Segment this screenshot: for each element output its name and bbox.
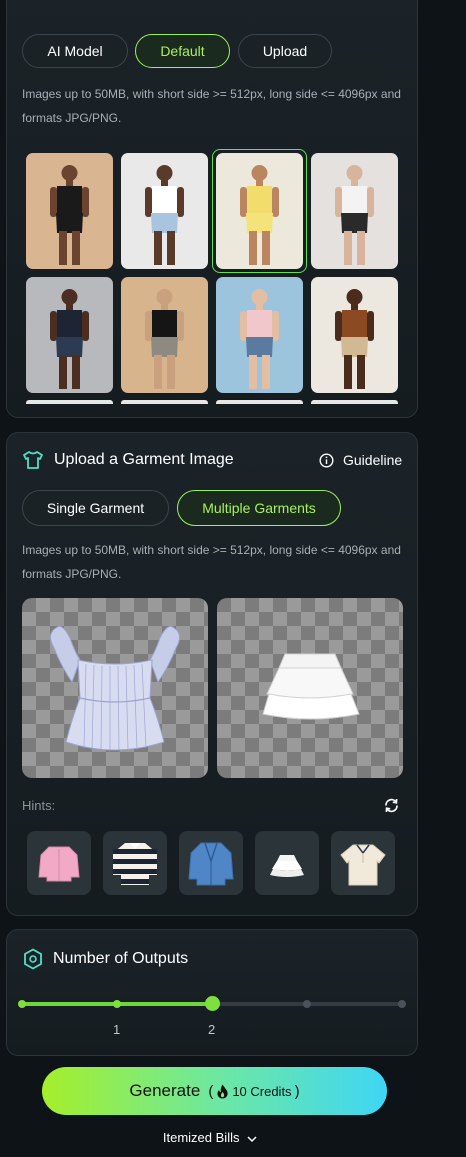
info-icon	[319, 452, 334, 468]
model-thumbnail[interactable]	[311, 153, 398, 269]
tab-multiple-garments[interactable]: Multiple Garments	[177, 490, 341, 526]
hint-striped-shirt[interactable]	[103, 831, 167, 895]
slider-step-dot[interactable]	[18, 1000, 26, 1008]
model-thumbnail[interactable]	[216, 277, 303, 393]
hexagon-icon	[24, 948, 42, 970]
cream-polo-icon	[340, 844, 386, 886]
generate-button[interactable]: Generate ( 10 Credits )	[42, 1067, 387, 1115]
garment-upload-note: Images up to 50MB, with short side >= 51…	[22, 543, 401, 581]
outputs-title: Number of Outputs	[53, 950, 189, 967]
guideline-link[interactable]: Guideline	[319, 452, 402, 468]
tab-upload[interactable]: Upload	[238, 34, 332, 68]
garment-slot-top[interactable]	[22, 598, 208, 778]
tshirt-icon	[23, 451, 43, 469]
garment-title: Upload a Garment Image	[54, 451, 234, 468]
itemized-bills-toggle[interactable]: Itemized Bills	[0, 1130, 420, 1145]
blue-cardigan-icon	[188, 842, 234, 886]
tab-ai-model[interactable]: AI Model	[22, 34, 128, 68]
credits-badge: ( 10 Credits )	[208, 1082, 300, 1100]
slider-step-dot[interactable]	[303, 1000, 311, 1008]
slider-step-dot[interactable]	[113, 1000, 121, 1008]
ruffled-top-image	[50, 625, 180, 753]
hint-white-skirt[interactable]	[255, 831, 319, 895]
garment-header: Upload a Garment Image	[22, 450, 234, 470]
model-thumbnail[interactable]	[121, 277, 208, 393]
generate-label: Generate	[129, 1081, 201, 1100]
slider-tick-label: 1	[113, 1022, 121, 1037]
outputs-slider[interactable]	[18, 996, 406, 1011]
hints-label: Hints:	[22, 798, 56, 813]
selected-model-outline	[212, 149, 307, 273]
model-thumbnail[interactable]	[121, 153, 208, 269]
model-thumbnail[interactable]	[311, 277, 398, 393]
model-upload-note: Images up to 50MB, with short side >= 51…	[22, 87, 401, 125]
model-thumbnail[interactable]	[26, 277, 113, 393]
credits-label: 10 Credits	[232, 1083, 292, 1099]
tab-default[interactable]: Default	[135, 34, 230, 68]
guideline-label: Guideline	[343, 452, 403, 468]
garment-slot-skirt[interactable]	[217, 598, 403, 778]
chevron-down-icon	[247, 1136, 257, 1142]
model-figure	[121, 153, 208, 269]
model-figure	[311, 277, 398, 393]
model-thumbnail[interactable]	[26, 153, 113, 269]
striped-shirt-icon	[113, 843, 157, 885]
model-figure	[26, 153, 113, 269]
hint-blue-cardigan[interactable]	[179, 831, 243, 895]
slider-step-dot[interactable]	[398, 1000, 406, 1008]
model-figure	[216, 277, 303, 393]
itemized-bills-label: Itemized Bills	[162, 1130, 240, 1145]
slider-knob[interactable]	[204, 996, 220, 1011]
white-skirt-icon	[270, 855, 304, 877]
hint-pink-jacket[interactable]	[27, 831, 91, 895]
model-figure	[311, 153, 398, 269]
slider-tick-label: 2	[208, 1022, 216, 1037]
white-skirt-image	[262, 653, 360, 720]
refresh-icon[interactable]	[383, 797, 400, 814]
hint-cream-polo[interactable]	[331, 831, 395, 895]
outputs-header: Number of Outputs	[23, 948, 188, 970]
tab-single-garment[interactable]: Single Garment	[22, 490, 169, 526]
model-figure	[26, 277, 113, 393]
flame-icon	[217, 1084, 228, 1098]
pink-jacket-icon	[38, 846, 80, 882]
model-figure	[121, 277, 208, 393]
